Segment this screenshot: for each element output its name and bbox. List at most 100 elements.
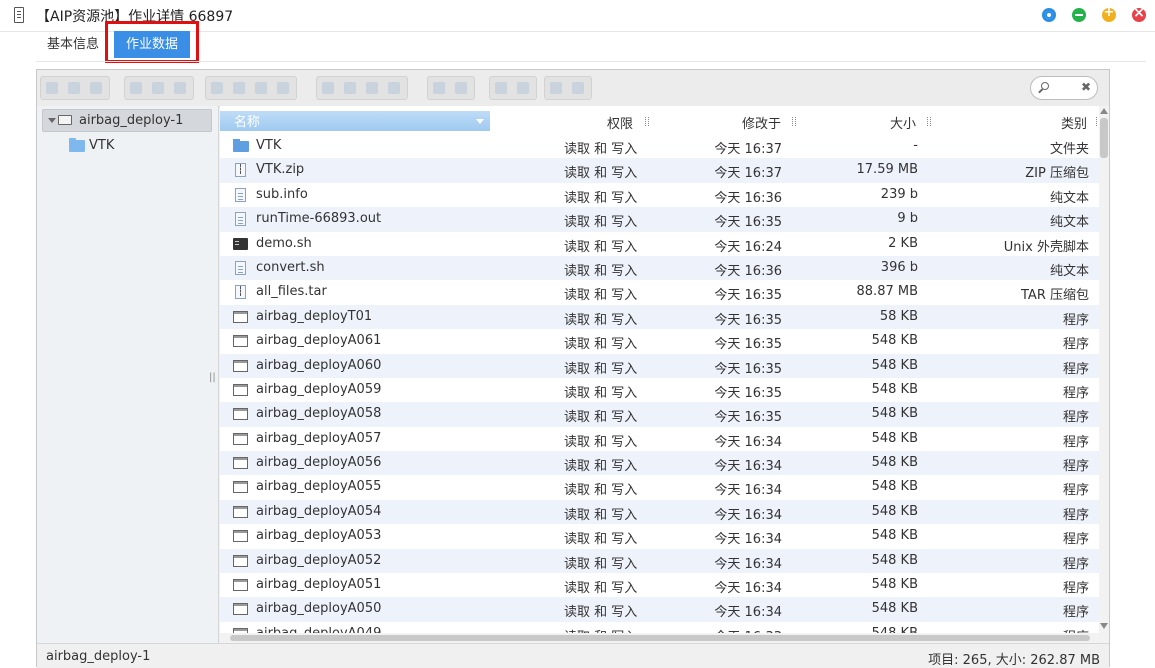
table-row[interactable]: airbag_deployA052 读取 和 写入 今天 16:34 548 KB 程序 (220, 548, 1099, 574)
table-row[interactable]: airbag_deployA051 读取 和 写入 今天 16:34 548 KB 程序 (220, 573, 1099, 597)
file-modified: 今天 16:24 (714, 239, 782, 255)
scroll-down-icon[interactable] (1100, 623, 1108, 629)
column-resize-handle[interactable] (792, 117, 796, 126)
list-view-icon[interactable] (570, 80, 586, 96)
file-permission: 读取 和 写入 (564, 312, 638, 328)
copy-icon[interactable] (209, 80, 225, 96)
scroll-thumb[interactable] (1100, 118, 1108, 158)
delete-icon[interactable] (275, 80, 291, 96)
column-header-size[interactable]: 大小 (890, 113, 916, 132)
file-type: 程序 (1062, 532, 1089, 548)
file-type: 程序 (1062, 410, 1089, 426)
toolbar-group (489, 76, 537, 100)
duplicate-icon[interactable] (320, 80, 336, 96)
table-row[interactable]: airbag_deployA050 读取 和 写入 今天 16:34 548 KB 程序 (220, 597, 1099, 622)
file-modified: 今天 16:34 (714, 532, 782, 548)
minimize-button[interactable] (1072, 8, 1086, 22)
file-modified: 今天 16:35 (714, 361, 782, 377)
status-path: airbag_deploy-1 (46, 649, 151, 664)
column-header-perm[interactable]: 权限 (607, 113, 633, 132)
file-permission: 读取 和 写入 (564, 166, 638, 182)
table-row[interactable]: runTime-66893.out 读取 和 写入 今天 16:35 9 b 纯文本 (220, 207, 1099, 232)
file-permission: 读取 和 写入 (564, 556, 638, 572)
search-input[interactable]: ✖ (1030, 76, 1098, 100)
rename-icon[interactable] (364, 80, 380, 96)
program-icon (233, 456, 248, 470)
table-row[interactable]: airbag_deployA054 读取 和 写入 今天 16:34 548 KB 程序 (220, 499, 1099, 525)
view-icon[interactable] (431, 80, 447, 96)
column-header-name[interactable]: 名称 (220, 111, 490, 131)
table-row[interactable]: airbag_deployA059 读取 和 写入 今天 16:35 548 KB 程序 (220, 378, 1099, 402)
file-type: 程序 (1062, 556, 1089, 572)
text-file-icon (233, 212, 247, 227)
program-icon (233, 529, 248, 543)
forward-icon[interactable] (66, 80, 82, 96)
file-modified: 今天 16:34 (714, 483, 782, 499)
add-icon[interactable] (515, 80, 531, 96)
maximize-button[interactable] (1102, 5, 1116, 22)
table-row[interactable]: demo.sh 读取 和 写入 今天 16:24 2 KB Unix 外壳脚本 (220, 232, 1099, 256)
search-icon (1041, 82, 1049, 90)
table-row[interactable]: convert.sh 读取 和 写入 今天 16:36 396 b 纯文本 (220, 255, 1099, 281)
file-modified: 今天 16:35 (714, 410, 782, 426)
vertical-scrollbar[interactable] (1099, 106, 1109, 643)
info-button[interactable] (1042, 8, 1056, 22)
clear-icon[interactable]: ✖ (1081, 80, 1091, 94)
table-row[interactable]: sub.info 读取 和 写入 今天 16:36 239 b 纯文本 (220, 183, 1099, 207)
new-file-icon[interactable] (150, 80, 166, 96)
file-type: 纯文本 (1049, 215, 1089, 231)
file-type: 程序 (1062, 361, 1089, 377)
table-row[interactable]: airbag_deployA058 读取 和 写入 今天 16:35 548 KB 程序 (220, 402, 1099, 427)
file-name: demo.sh (256, 235, 312, 251)
table-row[interactable]: airbag_deployA056 读取 和 写入 今天 16:34 548 KB 程序 (220, 451, 1099, 476)
file-name: airbag_deployA061 (256, 333, 382, 349)
tree-root-node[interactable]: airbag_deploy-1 (42, 109, 212, 132)
table-row[interactable]: airbag_deployA057 读取 和 写入 今天 16:34 548 KB 程序 (220, 427, 1099, 451)
save-icon[interactable] (172, 80, 188, 96)
file-size: 548 KB (871, 601, 918, 617)
table-row[interactable]: airbag_deployT01 读取 和 写入 今天 16:35 58 KB 程序 (220, 304, 1099, 330)
back-icon[interactable] (44, 80, 60, 96)
file-size: 548 KB (871, 528, 918, 544)
table-row[interactable]: VTK.zip 读取 和 写入 今天 16:37 17.59 MB ZIP 压缩包 (220, 158, 1099, 183)
table-row[interactable]: airbag_deployA055 读取 和 写入 今天 16:34 548 KB 程序 (220, 475, 1099, 499)
file-modified: 今天 16:35 (714, 337, 782, 353)
chevron-down-icon[interactable] (48, 118, 56, 123)
column-resize-handle[interactable] (645, 117, 649, 126)
column-header-modified[interactable]: 修改于 (742, 113, 781, 132)
grid-view-icon[interactable] (548, 80, 564, 96)
file-type: 程序 (1062, 459, 1089, 475)
select-icon[interactable] (342, 80, 358, 96)
horizontal-scrollbar[interactable] (220, 633, 1099, 643)
toolbar: ✖ (37, 70, 1109, 107)
folder-icon (233, 139, 249, 153)
file-modified: 今天 16:36 (714, 263, 782, 279)
file-type: 程序 (1062, 312, 1089, 328)
file-permission: 读取 和 写入 (564, 532, 638, 548)
table-row[interactable]: airbag_deployA053 读取 和 写入 今天 16:34 548 KB 程序 (220, 524, 1099, 548)
table-row[interactable]: all_files.tar 读取 和 写入 今天 16:35 88.87 MB TAR … (220, 280, 1099, 304)
file-type: Unix 外壳脚本 (1003, 239, 1089, 255)
splitter-handle[interactable]: || (209, 372, 216, 383)
file-size: 548 KB (871, 552, 918, 568)
extract-icon[interactable] (493, 80, 509, 96)
column-header-type[interactable]: 类别 (1061, 113, 1087, 132)
table-row[interactable]: airbag_deployA061 读取 和 写入 今天 16:35 548 KB 程序 (220, 329, 1099, 353)
info-icon[interactable] (453, 80, 469, 96)
zip-icon (233, 285, 247, 300)
column-resize-handle[interactable] (927, 117, 931, 126)
up-icon[interactable] (88, 80, 104, 96)
table-row[interactable]: VTK 读取 和 写入 今天 16:37 - 文件夹 (220, 134, 1099, 158)
reload-icon[interactable] (128, 80, 144, 96)
scroll-up-icon[interactable] (1100, 108, 1108, 114)
sort-arrow-icon[interactable] (476, 119, 484, 124)
scroll-thumb[interactable] (230, 635, 1090, 641)
toolbar-group (427, 76, 475, 100)
cut-icon[interactable] (231, 80, 247, 96)
tab-basic-info[interactable]: 基本信息 (36, 31, 110, 61)
table-row[interactable]: airbag_deployA060 读取 和 写入 今天 16:35 548 KB 程序 (220, 353, 1099, 378)
close-button[interactable] (1132, 5, 1146, 22)
highlight-annotation (105, 21, 199, 63)
archive-icon[interactable] (386, 80, 402, 96)
paste-icon[interactable] (253, 80, 269, 96)
